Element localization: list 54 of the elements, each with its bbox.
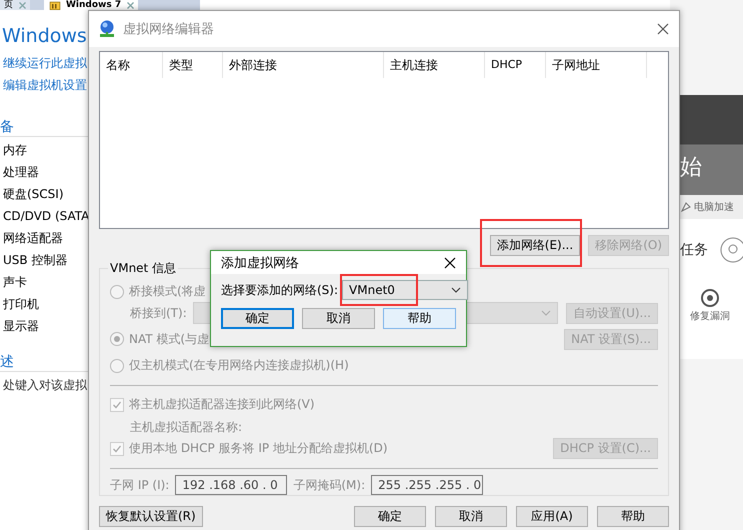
network-globe-icon: [99, 20, 115, 38]
field-label: 桥接到(T):: [130, 304, 187, 322]
dialog-button[interactable]: 取消: [302, 308, 375, 329]
device-item[interactable]: USB 控制器: [3, 252, 88, 269]
list-button[interactable]: 添加网络(E)...: [490, 235, 580, 256]
tab[interactable]: Windows 7: [44, 0, 138, 10]
device-item[interactable]: CD/DVD (SATA: [3, 208, 88, 225]
device-item[interactable]: 内存: [3, 142, 88, 159]
field-label: 主机虚拟适配器名称:: [129, 418, 244, 436]
field-label: 子网 IP (I):: [110, 476, 170, 494]
tool-label[interactable]: 修复漏洞: [690, 309, 730, 323]
column-header[interactable]: 名称: [100, 52, 163, 78]
tab[interactable]: 页: [0, 0, 30, 10]
dialog-button[interactable]: 恢复默认设置(R): [99, 506, 203, 527]
vm-title: Windows: [2, 24, 88, 48]
device-item[interactable]: 声卡: [3, 274, 88, 291]
dialog-button[interactable]: 确定: [354, 506, 426, 527]
dialog-button[interactable]: 帮助: [597, 506, 669, 527]
vm-icon: [48, 0, 62, 10]
column-header[interactable]: 子网地址: [546, 52, 647, 78]
chevron-down-icon: [451, 287, 462, 293]
heading-text: 始: [680, 155, 702, 181]
chevron-down-icon: [541, 310, 552, 316]
ip-field[interactable]: 192 .168 .60 . 0: [175, 475, 288, 496]
device-item[interactable]: 显示器: [3, 318, 88, 335]
column-header[interactable]: 外部连接: [223, 52, 384, 78]
close-icon: [127, 0, 134, 10]
description-text: 处键入对该虚拟: [3, 378, 88, 392]
dialog-button[interactable]: 帮助: [383, 308, 456, 329]
ip-field[interactable]: 255 .255 .255 . 0: [371, 475, 484, 496]
column-header[interactable]: DHCP: [485, 52, 546, 78]
column-header[interactable]: 主机连接: [384, 52, 485, 78]
device-item[interactable]: 网络适配器: [3, 230, 88, 247]
close-icon: [19, 0, 26, 10]
action-link[interactable]: 编辑虚拟机设置: [3, 78, 88, 92]
field-label: 选择要添加的网络(S):: [221, 282, 338, 298]
device-item[interactable]: 处理器: [3, 164, 88, 181]
window-title: 添加虚拟网络: [221, 254, 300, 272]
dialog-button[interactable]: 应用(A): [516, 506, 588, 527]
checkmark-icon: [112, 400, 122, 410]
checkmark-icon: [112, 444, 122, 454]
task-label: 任务: [680, 241, 708, 259]
close-icon[interactable]: [444, 256, 456, 268]
group-title: VMnet 信息: [108, 261, 178, 275]
close-icon[interactable]: [657, 23, 669, 35]
dialog-button[interactable]: 确定: [221, 308, 294, 329]
device-item[interactable]: 硬盘(SCSI): [3, 186, 88, 203]
dialog-button[interactable]: 取消: [435, 506, 507, 527]
column-header[interactable]: 类型: [163, 52, 223, 78]
window-title: 虚拟网络编辑器: [123, 21, 215, 38]
device-item[interactable]: 打印机: [3, 296, 88, 313]
action-link[interactable]: 继续运行此虚拟: [3, 56, 88, 70]
network-dropdown[interactable]: VMnet0: [342, 280, 468, 300]
field-label: 子网掩码(M):: [293, 476, 366, 494]
